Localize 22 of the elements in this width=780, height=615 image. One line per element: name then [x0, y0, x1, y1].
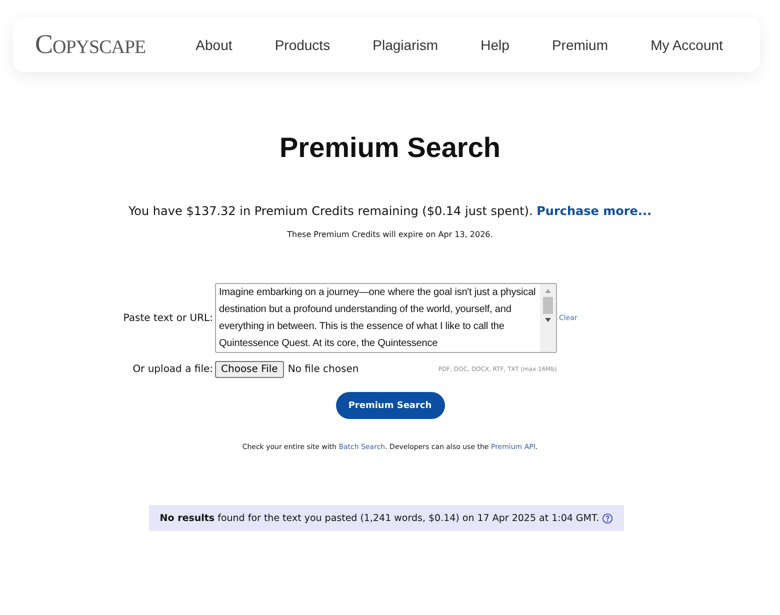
upload-label: Or upload a file: [132, 364, 214, 375]
pasted-text: Imagine embarking on a journey—one where the goal isn't just a physical destination but a profound understanding of the world, yourself, and everything in between. This is the essence of what I like to call the Quintessence Quest. At its core, the Quintessence [218, 286, 537, 351]
nav-link[interactable]: Help [480, 36, 510, 52]
choose-file-button[interactable]: Choose File [215, 361, 284, 378]
nav-link[interactable]: Premium [552, 36, 608, 52]
expiry-text: These Premium Credits will expire on Apr 13, 2026. [286, 230, 494, 239]
text-label: Paste text or URL: [122, 312, 214, 324]
nav-link[interactable]: Plagiarism [372, 36, 438, 52]
page-title: Premium Search [278, 132, 502, 164]
premium-search-button[interactable]: Premium Search [336, 392, 444, 419]
purchase-link[interactable]: Purchase more... [536, 204, 652, 218]
logo[interactable]: Copyscape [35, 29, 146, 60]
nav-link[interactable]: About [196, 36, 232, 52]
file-status: No file chosen [288, 364, 359, 375]
result-text: No results found for the text you pasted (1,241 words, $0.14) on 17 Apr 2025 at 1:04 GMT. [160, 512, 600, 524]
scrollbar[interactable] [540, 284, 556, 352]
nav-link[interactable]: Products [274, 36, 330, 52]
nav-link[interactable]: My Account [650, 36, 723, 52]
scroll-thumb[interactable] [543, 297, 553, 314]
credits-text: You have $137.32 in Premium Credits remaining ($0.14 just spent). Purchase more... [127, 204, 653, 218]
scroll-down-icon[interactable] [544, 316, 552, 324]
help-icon[interactable] [602, 512, 614, 524]
